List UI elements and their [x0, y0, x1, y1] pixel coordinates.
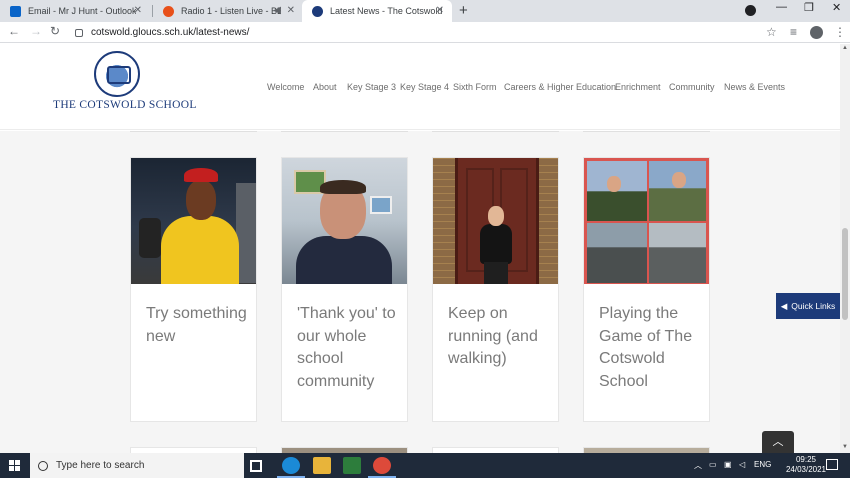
tab-outlook[interactable]: Email - Mr J Hunt - Outlook ✕ — [0, 0, 150, 22]
reload-icon[interactable]: ↻ — [50, 24, 60, 38]
close-icon[interactable]: ✕ — [436, 5, 444, 16]
news-card[interactable]: Keep on running (and walking) — [432, 157, 559, 422]
previous-card-edge — [432, 131, 559, 132]
tab-bbc-sounds[interactable]: Radio 1 - Listen Live - BBC Sounds ◀ ✕ — [153, 0, 303, 22]
arrow-left-icon: ◀ — [780, 300, 788, 311]
news-card-image[interactable] — [584, 158, 709, 284]
news-card[interactable]: 'Thank you' to our whole school communit… — [281, 157, 408, 422]
lock-icon — [75, 28, 83, 37]
screen: Email - Mr J Hunt - Outlook ✕ Radio 1 - … — [0, 0, 850, 478]
chrome-icon[interactable] — [368, 457, 396, 478]
network-icon[interactable]: ▭ — [709, 460, 717, 469]
previous-card-edge — [281, 131, 408, 132]
nav-key-stage-3[interactable]: Key Stage 3 — [347, 82, 396, 92]
news-card-image[interactable] — [131, 158, 256, 284]
notifications-icon[interactable] — [826, 459, 838, 470]
search-icon — [38, 460, 48, 471]
tab-strip: Email - Mr J Hunt - Outlook ✕ Radio 1 - … — [0, 0, 850, 22]
scroll-down-arrow-icon[interactable]: ▼ — [842, 444, 848, 450]
scrollbar-thumb[interactable] — [842, 228, 848, 320]
clock-date: 24/03/2021 — [785, 465, 827, 474]
nav-careers[interactable]: Careers & Higher Education — [504, 82, 616, 92]
nav-enrichment[interactable]: Enrichment — [615, 82, 661, 92]
chevron-up-icon: ︿ — [772, 436, 784, 448]
news-grid: Try something new 'Thank you' to our who… — [0, 131, 840, 453]
windows-taskbar: Type here to search ︿ ▭ ▣ ◁ ENG 09:25 24… — [0, 453, 850, 478]
tab-title: Radio 1 - Listen Live - BBC Sounds — [181, 6, 281, 16]
windows-start-icon[interactable] — [9, 460, 20, 471]
news-card-title[interactable]: Keep on running (and walking) — [448, 303, 553, 371]
previous-card-edge — [130, 131, 257, 132]
nav-sixth-form[interactable]: Sixth Form — [453, 82, 497, 92]
school-crest-logo[interactable] — [94, 51, 140, 97]
volume-icon[interactable]: ◁ — [739, 460, 745, 469]
page-scrollbar[interactable]: ▲ ▼ — [840, 44, 850, 453]
reading-list-icon[interactable]: ≡ — [790, 25, 797, 39]
close-icon[interactable]: ✕ — [134, 5, 142, 16]
news-card[interactable]: Playing the Game of The Cotswold School — [583, 157, 710, 422]
address-bar[interactable]: cotswold.gloucs.sch.uk/latest-news/ — [66, 23, 786, 42]
menu-kebab-icon[interactable]: ⋮ — [834, 25, 846, 39]
scroll-to-top-button[interactable]: ︿ — [762, 431, 794, 453]
nav-welcome[interactable]: Welcome — [267, 82, 304, 92]
bbc-sounds-icon — [163, 5, 174, 17]
tray-chevron-icon[interactable]: ︿ — [694, 460, 702, 471]
tab-title: Latest News - The Cotswold School — [330, 6, 442, 16]
file-explorer-icon[interactable] — [313, 457, 331, 474]
news-card-title[interactable]: Playing the Game of The Cotswold School — [599, 303, 704, 393]
nav-news-events[interactable]: News & Events — [724, 82, 785, 92]
nav-key-stage-4[interactable]: Key Stage 4 — [400, 82, 449, 92]
taskbar-search[interactable]: Type here to search — [30, 453, 244, 478]
tab-latest-news[interactable]: Latest News - The Cotswold School ✕ — [302, 0, 452, 22]
school-icon — [312, 5, 323, 17]
news-card-image[interactable] — [433, 158, 558, 284]
news-card-title[interactable]: Try something new — [146, 303, 251, 348]
quick-links-button[interactable]: ◀ Quick Links — [776, 293, 840, 319]
profile-avatar-icon[interactable] — [810, 26, 823, 39]
outlook-icon — [10, 5, 21, 17]
news-card-title[interactable]: 'Thank you' to our whole school communit… — [297, 303, 402, 393]
media-control-icon[interactable] — [745, 5, 756, 16]
language-indicator[interactable]: ENG — [754, 460, 771, 469]
previous-card-edge — [583, 131, 710, 132]
close-icon[interactable]: ✕ — [287, 5, 295, 16]
news-card[interactable]: Try something new — [130, 157, 257, 422]
new-tab-icon[interactable]: + — [459, 2, 468, 19]
school-logo-text[interactable]: THE COTSWOLD SCHOOL — [53, 99, 197, 111]
edge-icon[interactable] — [277, 457, 305, 478]
clock-time: 09:25 — [795, 455, 817, 464]
nav-community[interactable]: Community — [669, 82, 715, 92]
bookmark-star-icon[interactable]: ☆ — [766, 25, 777, 39]
display-icon[interactable]: ▣ — [724, 460, 732, 469]
minimize-icon[interactable]: — — [776, 1, 787, 13]
publisher-icon[interactable] — [343, 457, 361, 474]
speaker-icon[interactable]: ◀ — [273, 5, 281, 16]
news-card-image[interactable] — [282, 158, 407, 284]
forward-icon[interactable]: → — [30, 24, 42, 38]
tab-title: Email - Mr J Hunt - Outlook — [28, 6, 136, 16]
quick-links-label: Quick Links — [791, 301, 836, 311]
restore-icon[interactable]: ❐ — [804, 1, 814, 14]
url-text: cotswold.gloucs.sch.uk/latest-news/ — [91, 27, 250, 38]
site-header: THE COTSWOLD SCHOOL Welcome About Key St… — [0, 44, 840, 130]
search-placeholder: Type here to search — [56, 460, 145, 471]
clock[interactable]: 09:25 24/03/2021 — [784, 455, 828, 475]
scroll-up-arrow-icon[interactable]: ▲ — [842, 45, 848, 51]
back-icon[interactable]: ← — [8, 24, 20, 38]
task-view-icon[interactable] — [250, 460, 262, 472]
browser-toolbar: ← → ↻ cotswold.gloucs.sch.uk/latest-news… — [0, 22, 850, 43]
window-close-icon[interactable]: ✕ — [832, 1, 841, 14]
nav-about[interactable]: About — [313, 82, 337, 92]
